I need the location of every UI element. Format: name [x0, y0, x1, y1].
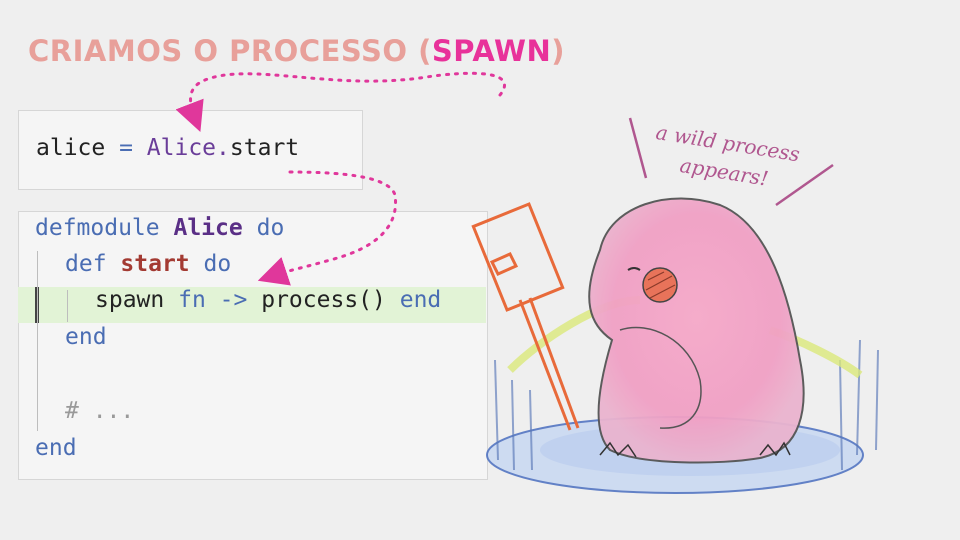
caption-stroke-right: [775, 163, 834, 207]
caption-stroke-left: [628, 117, 648, 179]
illustration-overlay: [175, 71, 879, 494]
dotted-arrow-start: [257, 170, 398, 286]
dotted-arrow-title: [175, 71, 506, 133]
process-creature-illustration: [471, 197, 879, 494]
